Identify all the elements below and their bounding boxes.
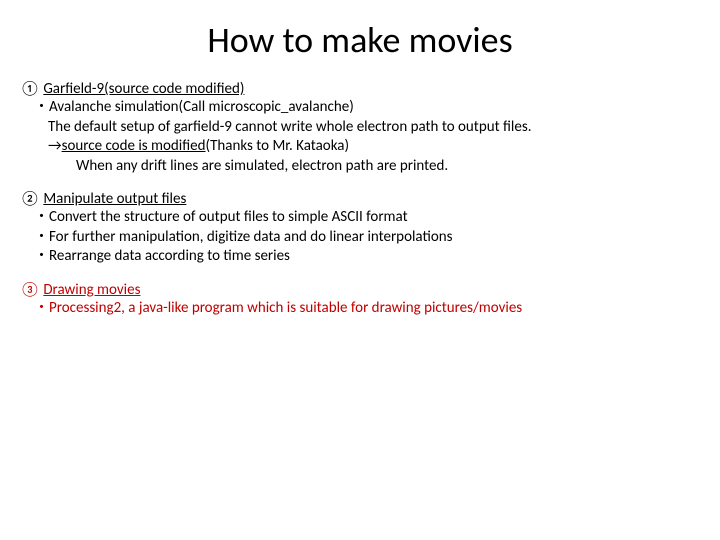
section-1-body: ・Avalanche simulation(Call microscopic_a…	[20, 98, 700, 176]
section-3-head: ③ Drawing movies	[20, 281, 700, 299]
section-1-head: ① Garfield-9(source code modified)	[20, 80, 700, 98]
body-line: ・Rearrange data according to time series	[20, 247, 700, 267]
section-1-num: ①	[20, 80, 40, 98]
body-line: →source code is modified(Thanks to Mr. K…	[20, 137, 700, 157]
section-3-title: Drawing movies	[43, 281, 140, 299]
page-title: How to make movies	[20, 18, 700, 62]
body-line: ・Processing2, a java-like program which …	[20, 299, 700, 319]
section-3-num: ③	[20, 281, 40, 299]
body-line: ・Avalanche simulation(Call microscopic_a…	[20, 98, 700, 118]
section-2-body: ・Convert the structure of output files t…	[20, 208, 700, 267]
section-2-head: ② Manipulate output files	[20, 190, 700, 208]
body-line: When any drift lines are simulated, elec…	[20, 157, 700, 177]
section-3: ③ Drawing movies ・Processing2, a java-li…	[20, 281, 700, 319]
body-line: The default setup of garfield-9 cannot w…	[20, 118, 700, 138]
section-1-title: Garfield-9(source code modified)	[43, 80, 244, 98]
section-2: ② Manipulate output files ・Convert the s…	[20, 190, 700, 267]
section-2-title: Manipulate output files	[43, 190, 186, 208]
slide: How to make movies ① Garfield-9(source c…	[0, 0, 720, 352]
section-2-num: ②	[20, 190, 40, 208]
body-line: ・Convert the structure of output files t…	[20, 208, 700, 228]
section-3-body: ・Processing2, a java-like program which …	[20, 299, 700, 319]
section-1: ① Garfield-9(source code modified) ・Aval…	[20, 80, 700, 176]
body-line: ・For further manipulation, digitize data…	[20, 228, 700, 248]
